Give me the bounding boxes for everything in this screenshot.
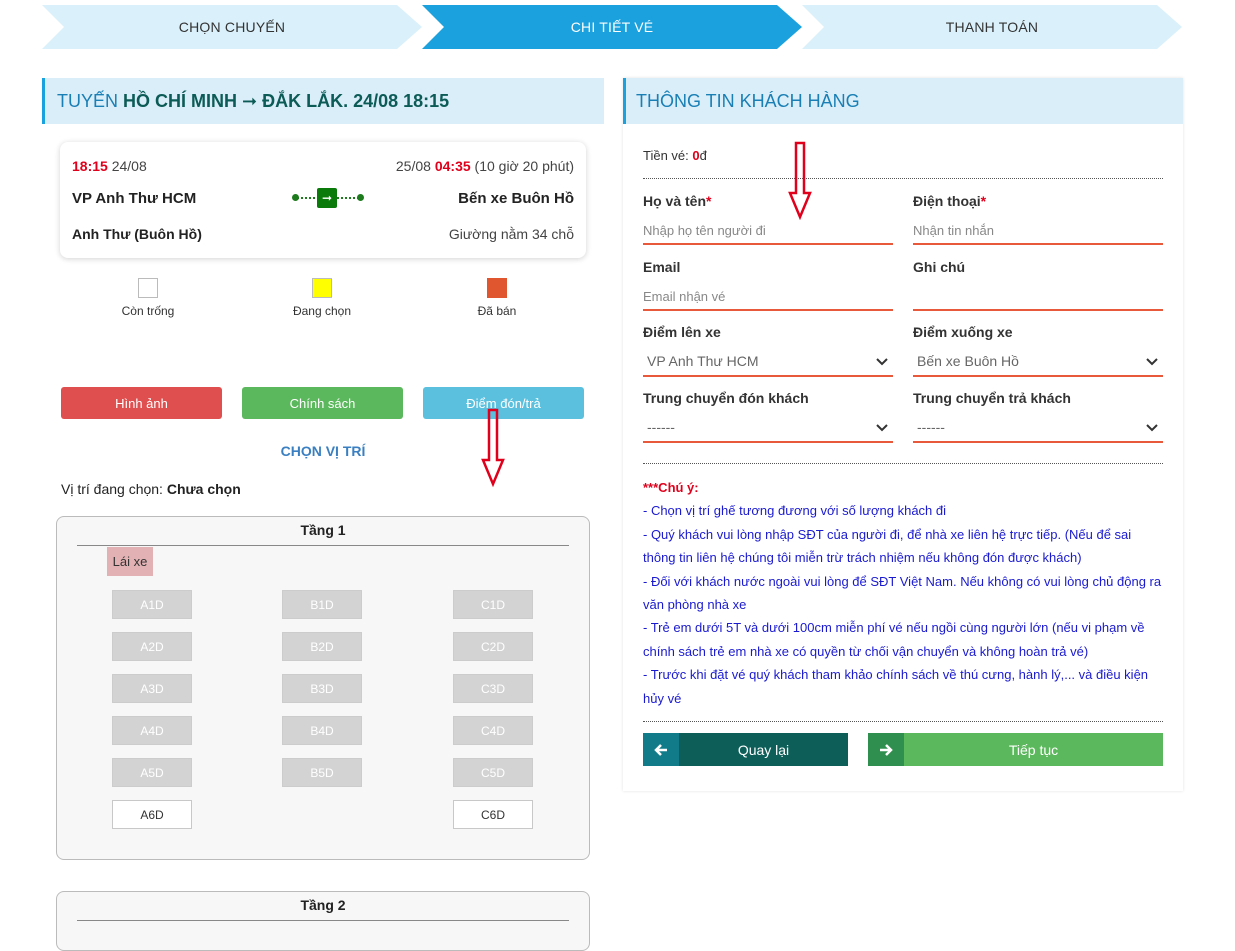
route-datetime: . 24/08 18:15 (343, 90, 450, 111)
seat-a1d[interactable]: A1D (112, 590, 192, 619)
seat-c4d[interactable]: C4D (453, 716, 533, 745)
notice-box: ***Chú ý: - Chọn vị trí ghế tương đương … (643, 476, 1163, 710)
chevron-down-icon (1146, 424, 1158, 432)
trip-panel: TUYẾN HỒ CHÍ MINH ➞ ĐẮK LẮK. 24/08 18:15… (42, 78, 604, 951)
phone-input[interactable] (913, 217, 1163, 245)
destination-name: Bến xe Buôn Hồ (458, 190, 574, 207)
notice-title: ***Chú ý: (643, 480, 699, 495)
transfer-pickup-label: Trung chuyển đón khách (643, 390, 809, 406)
arrow-left-icon (643, 733, 679, 766)
arrival-time: 25/08 04:35 (10 giờ 20 phút) (395, 158, 574, 174)
seat-a3d[interactable]: A3D (112, 674, 192, 703)
origin-name: VP Anh Thư HCM (72, 190, 197, 207)
seat-b3d[interactable]: B3D (282, 674, 362, 703)
step-ticket-details[interactable]: CHI TIẾT VÉ (422, 5, 802, 49)
annotation-arrow-icon (788, 141, 812, 221)
continue-button[interactable]: Tiếp tục (868, 733, 1163, 766)
step-choose-trip[interactable]: CHỌN CHUYẾN (42, 5, 422, 49)
route-header: TUYẾN HỒ CHÍ MINH ➞ ĐẮK LẮK. 24/08 18:15 (42, 78, 604, 124)
customer-title: THÔNG TIN KHÁCH HÀNG (623, 78, 1183, 124)
driver-label: Lái xe (107, 547, 153, 576)
legend-swatch-sold (487, 278, 507, 298)
legend-sold: Đã bán (447, 278, 547, 318)
annotation-arrow-icon (481, 408, 505, 488)
seat-b2d[interactable]: B2D (282, 632, 362, 661)
departure-time: 18:15 24/08 (72, 158, 147, 174)
name-input[interactable] (643, 217, 893, 245)
notice-line: - Quý khách vui lòng nhập SĐT của người … (643, 526, 1132, 566)
images-button[interactable]: Hình ảnh (61, 387, 222, 419)
boarding-point-label: Điểm lên xe (643, 324, 721, 340)
seat-a2d[interactable]: A2D (112, 632, 192, 661)
boarding-point-select[interactable]: VP Anh Thư HCM (643, 347, 893, 377)
legend-swatch-selecting (312, 278, 332, 298)
seat-c6d[interactable]: C6D (453, 800, 533, 829)
email-label: Email (643, 259, 681, 275)
arrow-right-icon (868, 733, 904, 766)
floor-title: Tầng 1 (300, 522, 346, 538)
transfer-pickup-select[interactable]: ------ (643, 413, 893, 443)
choose-seat-title: CHỌN VỊ TRÍ (280, 443, 366, 459)
legend-swatch-available (138, 278, 158, 298)
email-input[interactable] (643, 283, 893, 311)
chevron-down-icon (1146, 358, 1158, 366)
transfer-dropoff-select[interactable]: ------ (913, 413, 1163, 443)
trip-card: 18:15 24/08 25/08 04:35 (10 giờ 20 phút)… (60, 142, 586, 258)
chevron-down-icon (876, 358, 888, 366)
route-prefix: TUYẾN (57, 90, 119, 111)
route-arrow-icon: ➞ (292, 188, 364, 208)
dropoff-point-label: Điểm xuống xe (913, 324, 1013, 340)
transfer-dropoff-label: Trung chuyển trả khách (913, 390, 1071, 406)
notice-line: - Trước khi đặt vé quý khách tham khảo c… (643, 667, 1149, 706)
seat-b1d[interactable]: B1D (282, 590, 362, 619)
customer-panel: THÔNG TIN KHÁCH HÀNG Tiền vé: 0đ Họ và t… (623, 78, 1183, 791)
name-label: Họ và tên* (643, 193, 712, 209)
phone-label: Điện thoại* (913, 193, 987, 209)
step-payment[interactable]: THANH TOÁN (802, 5, 1182, 49)
dropoff-point-select[interactable]: Bến xe Buôn Hồ (913, 347, 1163, 377)
floor-title: Tầng 2 (300, 897, 346, 913)
current-seat: Vị trí đang chọn: Chưa chọn (61, 481, 241, 497)
seat-a4d[interactable]: A4D (112, 716, 192, 745)
vehicle-type: Giường nằm 34 chỗ (448, 226, 574, 242)
seat-c1d[interactable]: C1D (453, 590, 533, 619)
legend-selecting: Đang chọn (272, 278, 372, 318)
seat-b5d[interactable]: B5D (282, 758, 362, 787)
ticket-price: Tiền vé: 0đ (643, 148, 707, 163)
operator-name: Anh Thư (Buôn Hồ) (72, 226, 202, 242)
chevron-down-icon (876, 424, 888, 432)
notice-line: - Chọn vị trí ghế tương đương với số lượ… (643, 503, 947, 519)
route-path: HỒ CHÍ MINH ➞ ĐẮK LẮK (123, 90, 344, 111)
back-button[interactable]: Quay lại (643, 733, 848, 766)
seat-c2d[interactable]: C2D (453, 632, 533, 661)
floor-2: Tầng 2 (56, 891, 590, 951)
seat-c5d[interactable]: C5D (453, 758, 533, 787)
note-label: Ghi chú (913, 259, 966, 275)
legend-available: Còn trống (98, 278, 198, 318)
seat-b4d[interactable]: B4D (282, 716, 362, 745)
trip-body: 18:15 24/08 25/08 04:35 (10 giờ 20 phút)… (42, 124, 604, 951)
seat-a5d[interactable]: A5D (112, 758, 192, 787)
progress-steps: CHỌN CHUYẾN CHI TIẾT VÉ THANH TOÁN (42, 5, 1182, 49)
policy-button[interactable]: Chính sách (242, 387, 403, 419)
seat-c3d[interactable]: C3D (453, 674, 533, 703)
notice-line: - Trẻ em dưới 5T và dưới 100cm miễn phí … (643, 620, 1145, 659)
notice-line: - Đối với khách nước ngoài vui lòng để S… (643, 573, 1162, 613)
note-input[interactable] (913, 283, 1163, 311)
seat-a6d[interactable]: A6D (112, 800, 192, 829)
floor-1: Tầng 1 Lái xe A1D B1D C1D A2D B2D C2D A3D B3D C3… (56, 516, 590, 860)
